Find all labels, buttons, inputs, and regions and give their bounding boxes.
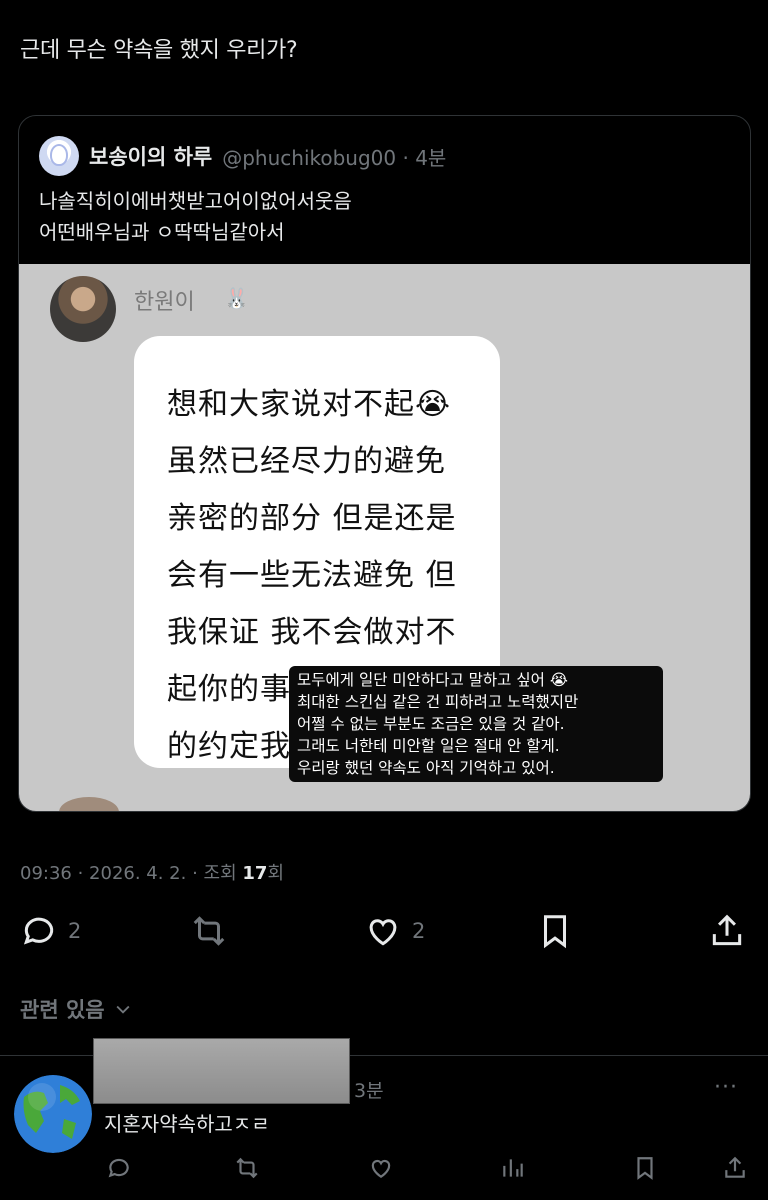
- share-button[interactable]: [708, 912, 746, 950]
- reply-button[interactable]: 2: [20, 912, 81, 950]
- message-line: 会有一些无法避免 但: [167, 558, 457, 593]
- story-author-name: 한원이: [134, 290, 195, 315]
- post-timestamp[interactable]: 09:36 · 2026. 4. 2. · 조회: [20, 863, 242, 884]
- reply-count: 2: [68, 919, 82, 943]
- caption-line: 그래도 너한테 미안할 일은 절대 안 할게.: [297, 737, 560, 755]
- post-meta: 09:36 · 2026. 4. 2. · 조회 17회: [20, 859, 284, 885]
- chevron-down-icon: [116, 1005, 130, 1014]
- quoted-author-name[interactable]: 보송이의 하루: [89, 141, 212, 171]
- censored-username: [93, 1038, 350, 1104]
- reply-like-button[interactable]: [368, 1155, 394, 1185]
- like-icon: [369, 919, 397, 946]
- reply-share-button[interactable]: [722, 1155, 748, 1185]
- like-button[interactable]: 2: [364, 912, 425, 950]
- message-line: 虽然已经尽力的避免: [167, 444, 446, 479]
- retweet-button[interactable]: [190, 912, 228, 950]
- bookmark-button[interactable]: [536, 912, 574, 950]
- reply-icon: [23, 917, 54, 945]
- quoted-post[interactable]: 보송이의 하루 @phuchikobug00 · 4분 나솔직히이에버챗받고어이…: [18, 115, 751, 812]
- caption-line: 최대한 스킨십 같은 건 피하려고 노력했지만: [297, 693, 579, 711]
- share-icon: [712, 914, 742, 946]
- message-line: 亲密的部分 但是还是: [167, 501, 457, 536]
- quoted-post-image[interactable]: 한원이 🐰 想和大家说对不起😭 虽然已经尽力的避免 亲密的部分 但是还是 会有一…: [19, 264, 750, 811]
- related-label: 관련 있음: [20, 998, 105, 1022]
- share-icon: [725, 1156, 745, 1178]
- quoted-author-avatar[interactable]: [39, 136, 79, 176]
- bunny-icon: 🐰: [224, 286, 249, 310]
- caption-line: 모두에게 일단 미안하다고 말하고 싶어 😭: [297, 671, 568, 689]
- reply-text: 지혼자약속하고ㅈㄹ: [104, 1112, 270, 1136]
- caption-line: 어쩔 수 없는 부분도 조금은 있을 것 같아.: [297, 715, 565, 733]
- caption-line: 우리랑 했던 약속도 아직 기억하고 있어.: [297, 759, 555, 777]
- views-icon: [503, 1159, 523, 1177]
- quoted-author-handle: @phuchikobug00 · 4분: [222, 145, 447, 170]
- message-line: 我保证 我不会做对不: [167, 615, 457, 650]
- reply-author-avatar[interactable]: [14, 1075, 92, 1153]
- translation-caption: 모두에게 일단 미안하다고 말하고 싶어 😭 최대한 스킨십 같은 건 피하려고…: [289, 666, 663, 782]
- related-toggle[interactable]: 관련 있음: [20, 994, 133, 1024]
- bookmark-icon: [543, 915, 567, 949]
- post-text: 근데 무슨 약속을 했지 우리가?: [20, 38, 298, 63]
- view-suffix: 회: [267, 863, 284, 884]
- like-count: 2: [412, 919, 426, 943]
- reply-icon: [108, 1158, 129, 1178]
- reply-retweet-button[interactable]: [234, 1155, 260, 1185]
- reply-views-button[interactable]: [500, 1155, 526, 1185]
- next-story-avatar: [59, 797, 119, 811]
- reply-time: 3분: [354, 1080, 384, 1102]
- reply-actions: [0, 1155, 768, 1189]
- quoted-text-line: 나솔직히이에버챗받고어이없어서웃음: [39, 189, 352, 213]
- bookmark-icon: [637, 1157, 653, 1180]
- retweet-icon: [193, 916, 225, 946]
- story-author-avatar: [50, 276, 116, 342]
- quoted-text-line: 어떤배우님과 ㅇ딱딱님같아서: [39, 220, 285, 244]
- post-actions: 2 2: [0, 912, 768, 962]
- more-icon[interactable]: ···: [714, 1075, 738, 1100]
- reply-bookmark-button[interactable]: [632, 1155, 658, 1185]
- quoted-post-text: 나솔직히이에버챗받고어이없어서웃음 어떤배우님과 ㅇ딱딱님같아서: [39, 186, 352, 248]
- retweet-icon: [236, 1157, 258, 1179]
- reply-reply-button[interactable]: [106, 1155, 132, 1185]
- like-icon: [371, 1159, 391, 1178]
- message-line: 想和大家说对不起😭: [167, 387, 452, 422]
- globe-icon: [14, 1075, 92, 1153]
- view-count: 17: [242, 863, 268, 884]
- quoted-post-header: 보송이의 하루 @phuchikobug00 · 4분: [39, 136, 446, 176]
